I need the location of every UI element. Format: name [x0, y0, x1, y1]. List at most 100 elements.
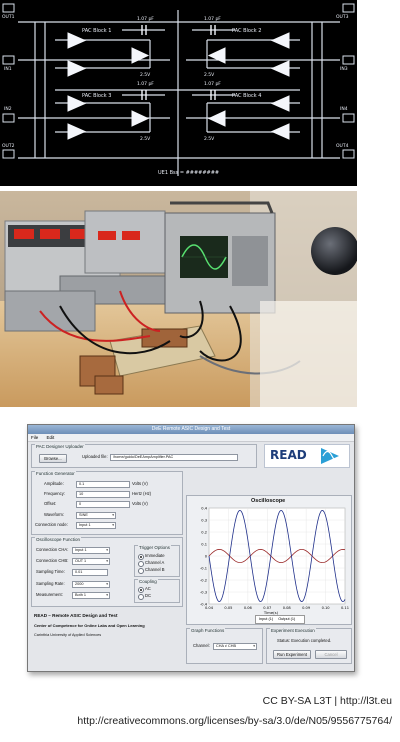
sampling-rate-label: Sampling Rate:: [36, 581, 65, 586]
run-experiment-button[interactable]: Run Experiment: [273, 650, 311, 659]
frequency-field[interactable]: 10: [76, 491, 130, 498]
cancel-button[interactable]: Cancel: [315, 650, 347, 659]
y-tick-label: -0.3: [200, 590, 207, 594]
offset-field[interactable]: 0: [76, 501, 130, 508]
y-tick-label: 0.3: [201, 518, 207, 522]
port-out1: OUT1: [2, 14, 15, 20]
y-tick-label: 0.2: [201, 530, 207, 534]
x-tick-label: 0.08: [283, 606, 292, 610]
uploaded-file-field[interactable]: /home/guido/DeEAmpAmplifier.PAC: [110, 454, 238, 461]
coupling-ac-label: AC: [145, 586, 151, 591]
chevron-down-icon: ▾: [106, 593, 108, 597]
uploaded-file-label: Uploaded file:: [82, 454, 108, 459]
port-out4: OUT4: [336, 143, 349, 149]
footer-title: READ – Remote ASIC Design and Test: [34, 613, 118, 618]
menu-edit[interactable]: Edit: [47, 435, 55, 440]
chb-label: Connection CHB:: [36, 558, 69, 563]
pac-block-2-label: PAC Block 2: [232, 28, 261, 34]
lab-photo: [0, 191, 357, 407]
lab-photo-drawing: [0, 191, 357, 407]
amplitude-field[interactable]: 0.1: [76, 481, 130, 488]
trigger-immediate-label: Immediate: [145, 553, 165, 558]
sampling-time-label: Sampling Time:: [36, 569, 65, 574]
cha-select[interactable]: Input 1 ▾: [72, 547, 110, 554]
oscilloscope-function-title: Oscilloscope Function: [35, 537, 82, 543]
trigger-options-group: Trigger Options Immediate Channel A Chan…: [134, 545, 180, 577]
chevron-down-icon: ▾: [253, 644, 255, 648]
trigger-immediate-radio[interactable]: [138, 554, 144, 560]
execution-status: Status: Execution completed.: [277, 638, 332, 643]
sampling-rate-select[interactable]: 2000 ▾: [72, 581, 110, 588]
coupling-dc-radio[interactable]: [138, 594, 144, 600]
cap-label-3: 1.07 pF: [137, 81, 154, 87]
x-tick-label: 0.09: [302, 606, 311, 610]
menu-file[interactable]: File: [31, 435, 38, 440]
pac-block-4-label: PAC Block 4: [232, 93, 261, 99]
coupling-ac-radio[interactable]: [138, 587, 144, 593]
window-title: DeE Remote ASIC Design and Test: [28, 425, 354, 434]
trigger-options-title: Trigger Options: [138, 545, 171, 551]
volt-label-1: 2.5V: [140, 72, 151, 78]
amplitude-unit: Volts (V): [132, 481, 148, 486]
trigger-channel-a-radio[interactable]: [138, 561, 144, 567]
connection-node-value: Input 1: [79, 523, 91, 527]
volt-label-3: 2.5V: [140, 136, 151, 142]
footer-line3: Carinthia University of Applied Sciences: [34, 633, 102, 637]
measurement-value: Both 1: [75, 593, 86, 597]
trigger-channel-b-radio[interactable]: [138, 568, 144, 574]
cha-value: Input 1: [75, 548, 87, 552]
offset-unit: Volts (V): [132, 501, 148, 506]
chevron-down-icon: ▾: [112, 523, 114, 527]
channel-value: CHA ≠ CHB: [216, 644, 237, 648]
browse-button[interactable]: Browse...: [39, 454, 67, 463]
port-out2: OUT2: [2, 143, 15, 149]
oscilloscope-group: Oscilloscope 0.4 0.3 0.2 0.1 0 -0.1 -0.2 -0.3 -0…: [186, 495, 352, 625]
cap-label-2: 1.07 pF: [204, 16, 221, 22]
x-tick-label: 0.06: [244, 606, 253, 610]
port-in1: IN1: [4, 66, 12, 72]
schematic-drawing: PAC Block 1 PAC Block 2 PAC Block 3 PAC …: [0, 0, 357, 186]
connection-node-select[interactable]: Input 1 ▾: [76, 522, 116, 529]
measurement-select[interactable]: Both 1 ▾: [72, 592, 110, 599]
waveform-select[interactable]: SINE ▾: [76, 512, 116, 519]
y-tick-label: -0.2: [200, 578, 207, 582]
channel-select[interactable]: CHA ≠ CHB ▾: [213, 643, 257, 650]
y-tick-label: 0.1: [201, 542, 207, 546]
graph-functions-title: Graph Functions: [190, 628, 226, 634]
app-window: DeE Remote ASIC Design and Test File Edi…: [27, 424, 355, 672]
read-logo: READ: [264, 444, 350, 468]
experiment-execution-group: Experiment Execution Status: Execution c…: [266, 628, 352, 664]
function-generator-group: Function Generator Amplitude: 0.1 Volts …: [31, 471, 183, 535]
coupling-dc-label: DC: [145, 593, 152, 598]
oscilloscope-function-group: Oscilloscope Function Connection CHA: In…: [31, 537, 183, 607]
frequency-label: Frequency:: [44, 491, 65, 496]
measurement-label: Measurement:: [36, 592, 63, 597]
menu-bar: File Edit: [28, 434, 354, 442]
frequency-unit: Hertz (Hz): [132, 491, 152, 496]
cap-label-4: 1.07 pF: [204, 81, 221, 87]
x-tick-label: 0.04: [205, 606, 214, 610]
read-logo-text: READ: [270, 448, 307, 462]
chb-select[interactable]: OUT 1 ▾: [72, 558, 110, 565]
graph-functions-group: Graph Functions Channel: CHA ≠ CHB ▾: [186, 628, 263, 664]
plot-legend: Input (1) Output (1): [255, 615, 305, 624]
license-url[interactable]: http://creativecommons.org/licenses/by-s…: [77, 715, 392, 727]
y-tick-label: -0.1: [200, 566, 207, 570]
port-in2: IN2: [4, 106, 12, 112]
offset-label: Offset:: [44, 501, 57, 506]
x-tick-label: 0.11: [341, 606, 349, 610]
chevron-down-icon: ▾: [106, 548, 108, 552]
y-tick-label: 0.4: [201, 506, 207, 510]
cha-label: Connection CHA:: [36, 547, 69, 552]
port-in4: IN4: [340, 106, 348, 112]
sampling-time-field[interactable]: 0.01: [72, 569, 108, 576]
legend-input: Input (1): [259, 617, 274, 621]
amplitude-label: Amplitude:: [44, 481, 64, 486]
license-credit: CC BY-SA L3T | http://l3t.eu: [262, 695, 392, 707]
footer-line2: Center of Competence for Online Labs and…: [34, 623, 145, 628]
sampling-rate-value: 2000: [75, 582, 84, 586]
chevron-down-icon: ▾: [106, 559, 108, 563]
y-tick-label: 0: [205, 554, 208, 558]
x-tick-label: 0.10: [322, 606, 331, 610]
volt-label-4: 2.5V: [204, 136, 215, 142]
